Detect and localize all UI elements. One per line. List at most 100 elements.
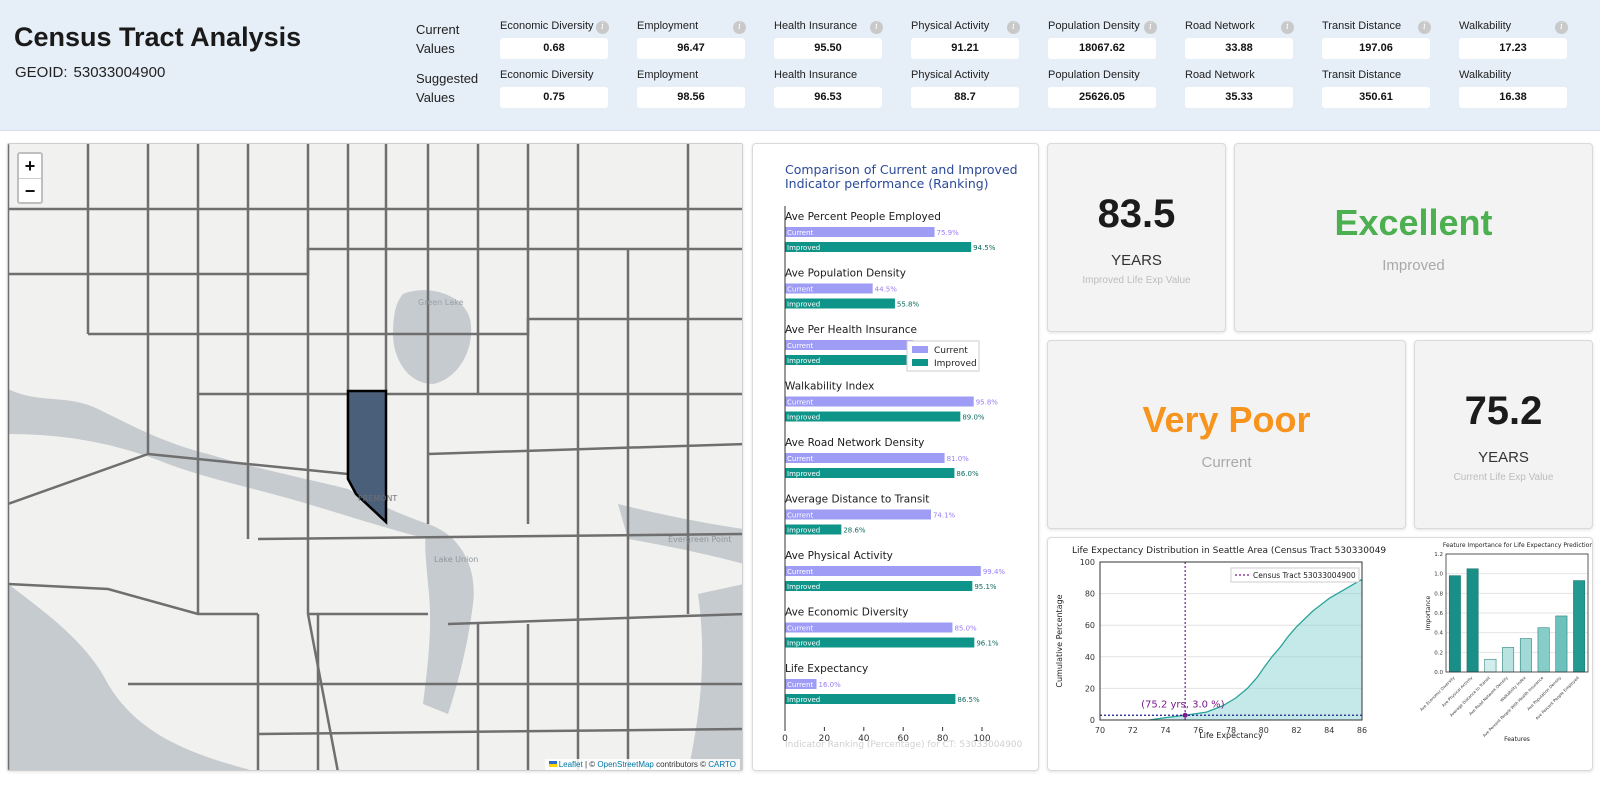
bar-series-label: Current bbox=[787, 399, 814, 407]
map-canvas[interactable]: Green Lake FREMONT Lake Union Evergreen … bbox=[8, 144, 743, 771]
map-panel[interactable]: Green Lake FREMONT Lake Union Evergreen … bbox=[7, 143, 743, 771]
suggested-value-field[interactable]: 35.33 bbox=[1185, 87, 1293, 108]
suggested-value-field[interactable]: 98.56 bbox=[637, 87, 745, 108]
y-tick-label: 20 bbox=[1085, 684, 1095, 693]
info-icon[interactable]: i bbox=[1555, 21, 1568, 34]
info-icon[interactable]: i bbox=[870, 21, 883, 34]
geoid-label: GEOID: bbox=[15, 64, 68, 81]
improved-years-unit: YEARS bbox=[1111, 252, 1162, 269]
y-tick-label: 1.2 bbox=[1434, 552, 1443, 558]
osm-link[interactable]: OpenStreetMap bbox=[597, 760, 653, 769]
category-label: Ave Percent People Employed bbox=[785, 211, 941, 223]
bar-series-label: Improved bbox=[787, 583, 820, 591]
y-axis-label: Importance bbox=[1425, 596, 1432, 631]
bar-value-label: 28.6% bbox=[843, 527, 866, 535]
importance-bar bbox=[1537, 627, 1550, 673]
current-value-field[interactable]: 18067.62 bbox=[1048, 38, 1156, 59]
current-value-field[interactable]: 91.21 bbox=[911, 38, 1019, 59]
zoom-out-button[interactable]: − bbox=[19, 178, 41, 202]
metric-label: Transit Distance bbox=[1322, 20, 1402, 32]
current-value-field[interactable]: 17.23 bbox=[1459, 38, 1567, 59]
bar-series-label: Improved bbox=[787, 301, 820, 309]
bar-value-label: 89.0% bbox=[962, 414, 985, 422]
bar-value-label: 99.4% bbox=[983, 568, 1006, 576]
current-value-field[interactable]: 197.06 bbox=[1322, 38, 1430, 59]
info-icon[interactable]: i bbox=[1418, 21, 1431, 34]
bar-series-label: Current bbox=[787, 229, 814, 237]
info-icon[interactable]: i bbox=[1144, 21, 1157, 34]
suggested-value-field[interactable]: 16.38 bbox=[1459, 87, 1567, 108]
bar-value-label: 86.5% bbox=[957, 696, 980, 704]
info-icon[interactable]: i bbox=[733, 21, 746, 34]
ranking-chart-card: Comparison of Current and Improved Indica… bbox=[752, 143, 1039, 771]
x-tick-label: 82 bbox=[1291, 726, 1301, 735]
legend-label: Current bbox=[934, 346, 968, 356]
importance-bar bbox=[1555, 615, 1568, 673]
info-icon[interactable]: i bbox=[596, 21, 609, 34]
x-axis-label: Indicator Ranking (Percentage) for CT: 5… bbox=[785, 740, 1023, 750]
category-label: Ave Road Network Density bbox=[785, 437, 924, 449]
x-tick-label: 84 bbox=[1324, 726, 1334, 735]
suggested-value-field[interactable]: 350.61 bbox=[1322, 87, 1430, 108]
bar-value-label: 55.8% bbox=[897, 301, 920, 309]
x-tick-label: 74 bbox=[1160, 726, 1170, 735]
current-life-exp-caption: Current Life Exp Value bbox=[1453, 472, 1554, 483]
chart-legend: Current Improved bbox=[906, 340, 980, 372]
improved-rating-card: Excellent Improved bbox=[1234, 143, 1593, 332]
bar-value-label: 95.8% bbox=[976, 399, 999, 407]
info-icon[interactable]: i bbox=[1281, 21, 1294, 34]
suggested-value-field[interactable]: 25626.05 bbox=[1048, 87, 1156, 108]
bar-value-label: 86.0% bbox=[956, 470, 979, 478]
zoom-control: + − bbox=[17, 152, 43, 204]
importance-bar bbox=[1484, 658, 1497, 673]
attribution-contributors: contributors © bbox=[656, 760, 707, 769]
y-tick-label: 60 bbox=[1085, 621, 1095, 630]
metric-label: Economic Diversity bbox=[500, 69, 594, 81]
map-label-green-lake: Green Lake bbox=[418, 298, 463, 307]
importance-chart-title: Feature Importance for Life Expectancy P… bbox=[1443, 542, 1592, 549]
suggested-value-field[interactable]: 96.53 bbox=[774, 87, 882, 108]
info-icon[interactable]: i bbox=[1007, 21, 1020, 34]
current-value-field[interactable]: 95.50 bbox=[774, 38, 882, 59]
bar-value-label: 81.0% bbox=[947, 455, 970, 463]
bar-value-label: 74.1% bbox=[933, 512, 956, 520]
metric-label: Economic Diversity bbox=[500, 20, 594, 32]
reference-point bbox=[1182, 712, 1188, 718]
improved-life-exp-value: 83.5 bbox=[1097, 192, 1176, 236]
bar-series-label: Current bbox=[787, 286, 814, 294]
metric-label: Physical Activity bbox=[911, 20, 990, 32]
carto-link[interactable]: CARTO bbox=[708, 760, 736, 769]
geoid-value: 53033004900 bbox=[73, 64, 166, 81]
current-value-field[interactable]: 33.88 bbox=[1185, 38, 1293, 59]
improved-rating-sub: Improved bbox=[1382, 257, 1445, 274]
bar-series-label: Improved bbox=[787, 470, 820, 478]
suggested-label-line2: Values bbox=[416, 90, 455, 105]
current-label-line2: Values bbox=[416, 41, 455, 56]
feature-importance-chart: Feature Importance for Life Expectancy P… bbox=[1419, 542, 1592, 743]
leaflet-link[interactable]: Leaflet bbox=[559, 760, 583, 769]
feature-tick-label: Ave Physical Activity bbox=[1441, 675, 1474, 708]
importance-bar bbox=[1448, 575, 1461, 673]
bar-series-label: Improved bbox=[787, 527, 820, 535]
bar-value-label: 16.0% bbox=[819, 681, 842, 689]
importance-bar bbox=[1466, 568, 1479, 673]
y-tick-label: 0.8 bbox=[1434, 591, 1443, 597]
metric-label: Employment bbox=[637, 69, 699, 81]
legend-swatch bbox=[912, 359, 928, 366]
bar-series-label: Improved bbox=[787, 640, 820, 648]
bar-series-label: Current bbox=[787, 455, 814, 463]
bar-series-label: Current bbox=[787, 342, 814, 350]
current-label-line1: Current bbox=[416, 22, 460, 37]
suggested-value-field[interactable]: 88.7 bbox=[911, 87, 1019, 108]
current-value-field[interactable]: 0.68 bbox=[500, 38, 608, 59]
suggested-value-field[interactable]: 0.75 bbox=[500, 87, 608, 108]
current-value-field[interactable]: 96.47 bbox=[637, 38, 745, 59]
feature-tick-label: Ave Population Density bbox=[1526, 675, 1563, 712]
legend-label: Census Tract 53033004900 bbox=[1253, 571, 1356, 580]
suggested-label-line1: Suggested bbox=[416, 71, 479, 86]
y-tick-label: 0.6 bbox=[1434, 611, 1443, 617]
zoom-in-button[interactable]: + bbox=[19, 154, 41, 178]
bar-value-label: 96.1% bbox=[976, 640, 999, 648]
category-label: Ave Population Density bbox=[785, 268, 906, 280]
y-tick-label: 1.0 bbox=[1434, 572, 1443, 578]
